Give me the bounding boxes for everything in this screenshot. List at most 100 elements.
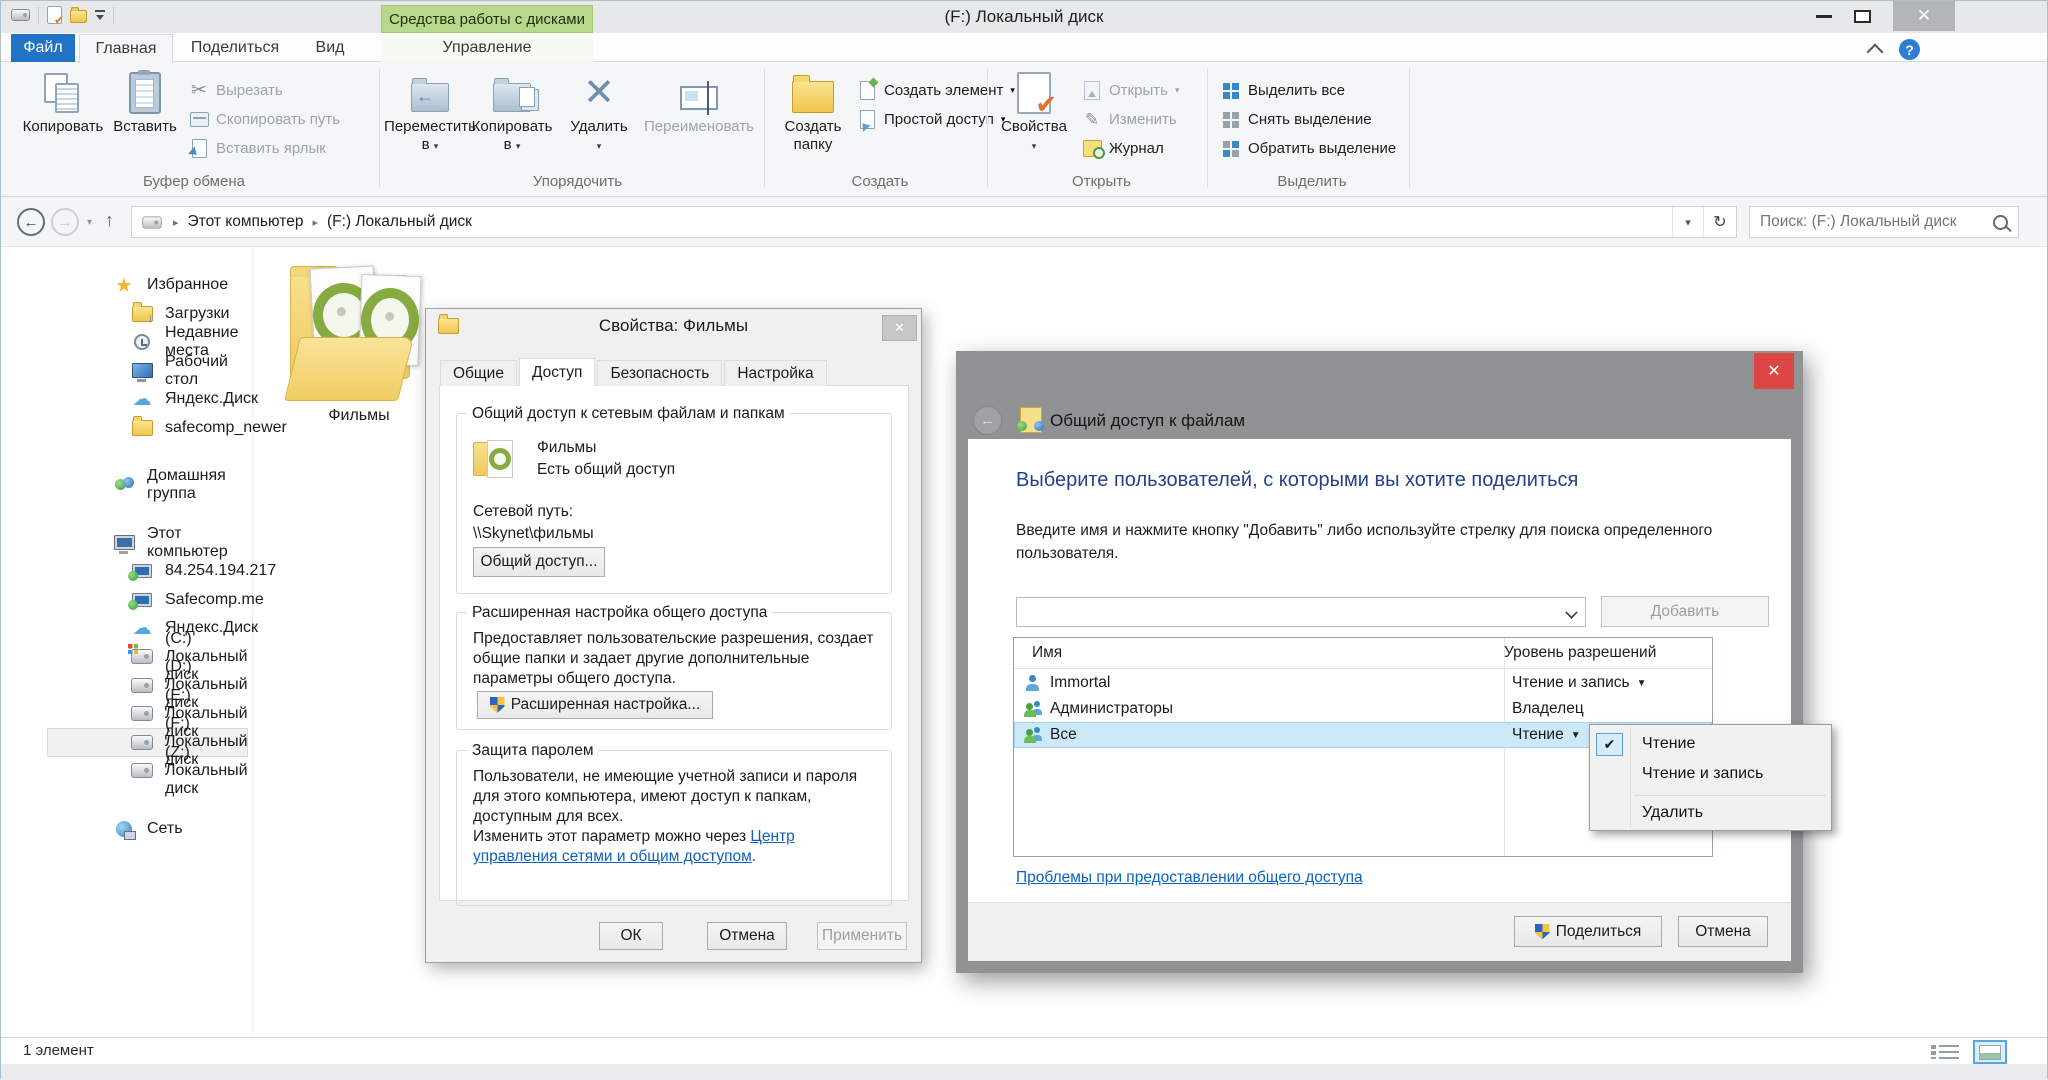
edit-button[interactable]: ✎ Изменить [1082,105,1179,134]
sidebar-item-drive-z[interactable]: (Z:) Локальный диск [1,757,252,786]
rename-button[interactable]: Переименовать [639,68,759,136]
tab-sharing[interactable]: Доступ [519,358,595,386]
sidebar-item-homegroup[interactable]: Домашняя группа [1,471,252,500]
dialog-close-button[interactable]: ✕ [882,315,917,341]
customize-qat-icon[interactable] [95,10,105,22]
folder-item-films[interactable]: Фильмы [277,259,441,425]
sidebar-item-network-pc-1[interactable]: 84.254.194.217 [1,557,252,586]
select-none-button[interactable]: Снять выделение [1221,105,1396,134]
sharing-problems-link[interactable]: Проблемы при предоставлении общего досту… [1016,869,1363,887]
column-header-name[interactable]: Имя [1014,644,1486,662]
table-row[interactable]: Администраторы Владелец [1014,696,1712,722]
sidebar-item-network[interactable]: Сеть [1,815,252,844]
tab-file[interactable]: Файл [11,34,75,62]
column-header-level[interactable]: Уровень разрешений [1486,644,1656,662]
network-path-label: Сетевой путь: [473,502,573,522]
ok-button[interactable]: ОК [599,922,663,950]
items-count: 1 элемент [23,1042,94,1059]
minimize-button[interactable] [1816,15,1832,18]
search-input[interactable]: Поиск: (F:) Локальный диск [1749,206,2019,238]
shared-folder-name: Фильмы [537,438,596,458]
forward-button[interactable]: → [51,208,79,236]
new-folder-icon [792,81,834,113]
address-dropdown-icon[interactable]: ▾ [1672,207,1703,237]
invert-selection-button[interactable]: Обратить выделение [1221,134,1396,163]
collapse-ribbon-icon[interactable] [1867,44,1884,61]
menu-item-remove[interactable]: Удалить [1642,798,1703,828]
copy-button[interactable]: Копировать [19,68,107,136]
paste-shortcut-button[interactable]: Вставить ярлык [189,134,340,163]
dropdown-arrow-icon[interactable]: ▼ [1637,678,1647,689]
tab-customize[interactable]: Настройка [724,360,826,386]
group-icon [1024,727,1042,743]
window-frame [1,1064,2047,1080]
sidebar-item-favorites[interactable]: ★Избранное [1,271,252,300]
address-bar[interactable]: ▸ Этот компьютер ▸ (F:) Локальный диск ▾… [131,206,1737,238]
help-icon[interactable]: ? [1899,39,1920,60]
copy-path-icon [190,112,209,127]
new-folder-qat-icon[interactable] [70,10,87,23]
properties-button[interactable]: ✔ Свойства▾ [996,68,1072,155]
thumbnail-view-icon[interactable] [1973,1040,2007,1064]
history-button[interactable]: Журнал [1082,134,1179,163]
back-button[interactable]: ← [973,406,1002,435]
easy-access-button[interactable]: Простой доступ ▾ [857,105,1015,134]
tab-manage[interactable]: Управление [381,34,593,62]
downloads-folder-icon: ↓ [132,306,153,322]
cancel-button[interactable]: Отмена [1678,916,1768,947]
properties-qat-icon[interactable] [47,6,62,24]
open-button[interactable]: Открыть ▾ [1082,76,1179,105]
menu-item-read-write[interactable]: Чтение и запись [1642,759,1763,789]
share-confirm-button[interactable]: Поделиться [1514,916,1662,947]
address-row: ← → ▾ ↑ ▸ Этот компьютер ▸ (F:) Локальны… [1,197,2047,247]
add-button[interactable]: Добавить [1601,596,1769,627]
tab-general[interactable]: Общие [440,360,517,386]
menu-item-read[interactable]: Чтение [1642,729,1695,759]
new-folder-button[interactable]: Создатьпапку [773,68,853,154]
breadcrumb-this-pc[interactable]: Этот компьютер [188,213,304,231]
table-row[interactable]: Immortal Чтение и запись▼ [1014,670,1712,696]
drive-icon [131,735,153,750]
tab-security[interactable]: Безопасность [597,360,722,386]
paste-button[interactable]: Вставить [109,68,181,136]
divider [987,68,988,188]
system-menu-drive-icon[interactable] [11,9,30,21]
copy-to-button[interactable]: Копироватьв ▾ [473,68,551,155]
drive-icon [131,763,153,778]
combo-dropdown-icon[interactable] [1565,606,1577,618]
copy-path-button[interactable]: Скопировать путь [189,105,340,134]
cut-icon: ✂ [189,81,209,101]
tab-share[interactable]: Поделиться [177,34,293,62]
delete-button[interactable]: ✕ Удалить▾ [563,68,635,155]
password-protection-text: Пользователи, не имеющие учетной записи … [473,767,879,867]
close-button[interactable]: ✕ [1893,1,1955,31]
details-view-icon[interactable] [1939,1045,1959,1059]
group-label-select: Выделить [1215,173,1409,190]
tab-home[interactable]: Главная [79,34,173,63]
sidebar-item-yandex-disk[interactable]: ☁Яндекс.Диск [1,385,252,414]
cut-button[interactable]: ✂ Вырезать [189,76,340,105]
sidebar-item-desktop[interactable]: Рабочий стол [1,357,252,386]
tab-view[interactable]: Вид [297,34,363,62]
maximize-button[interactable] [1854,10,1871,23]
dropdown-arrow-icon[interactable]: ▼ [1571,730,1581,741]
share-button[interactable]: Общий доступ... [473,547,605,577]
back-button[interactable]: ← [17,208,45,236]
cancel-button[interactable]: Отмена [707,922,787,950]
new-item-button[interactable]: Создать элемент ▾ [857,76,1015,105]
select-all-button[interactable]: Выделить все [1221,76,1396,105]
user-combo-box[interactable] [1016,597,1586,627]
dialog-close-button[interactable]: ✕ [1754,353,1794,389]
sidebar-item-this-pc[interactable]: Этот компьютер [1,529,252,558]
search-icon[interactable] [1993,215,2008,230]
drive-icon [131,678,153,693]
sidebar-item-safecomp-folder[interactable]: safecomp_newer [1,414,252,443]
advanced-sharing-button[interactable]: Расширенная настройка... [477,691,713,719]
breadcrumb-current[interactable]: (F:) Локальный диск [327,213,472,231]
apply-button[interactable]: Применить [817,922,907,950]
up-button[interactable]: ↑ [105,210,114,231]
refresh-icon[interactable]: ↻ [1703,207,1736,237]
history-dropdown-icon[interactable]: ▾ [87,217,92,228]
move-to-button[interactable]: ← Переместитьв ▾ [391,68,469,155]
sidebar-item-network-pc-2[interactable]: Safecomp.me [1,586,252,615]
